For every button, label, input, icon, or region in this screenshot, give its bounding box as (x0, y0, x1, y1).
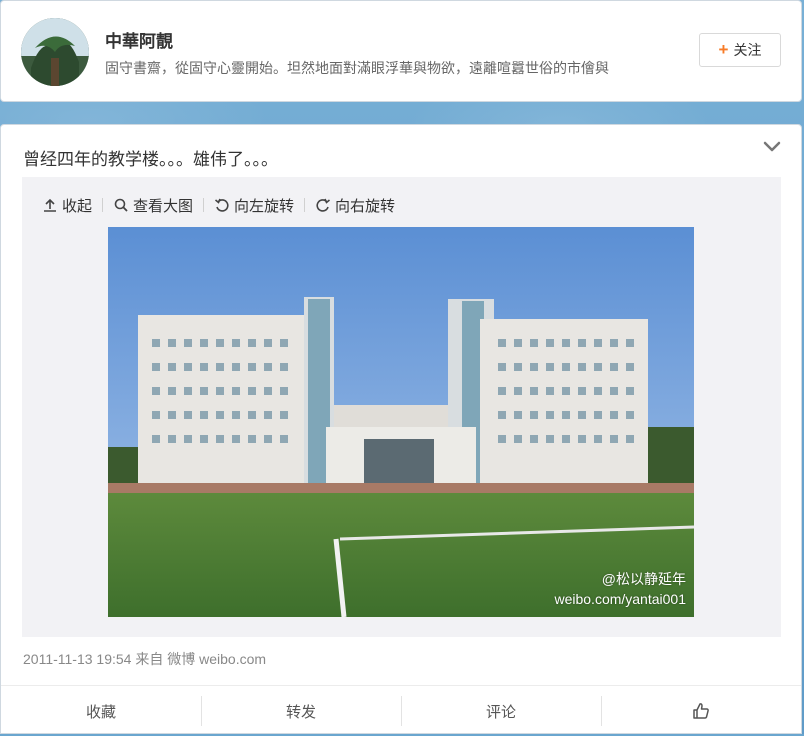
rotate-left-button[interactable]: 向左旋转 (204, 195, 304, 216)
favorite-label: 收藏 (85, 703, 116, 721)
thumbs-up-icon (693, 703, 709, 719)
view-large-label: 查看大图 (133, 197, 194, 215)
collapse-button[interactable]: 收起 (40, 195, 102, 216)
media-box: 收起 查看大图 向左旋转 向右旋转 @松以静延年 weibo.com/yanta… (22, 177, 781, 637)
post-image[interactable]: @松以静延年 weibo.com/yantai001 (108, 227, 694, 617)
search-icon (114, 198, 128, 212)
post-text: 曾经四年的教学楼。。。雄伟了。。。 (23, 150, 278, 169)
plus-icon: + (718, 40, 729, 59)
post-card: 曾经四年的教学楼。。。雄伟了。。。 收起 查看大图 向左旋转 向右旋转 @松以静… (0, 124, 802, 734)
collapse-label: 收起 (62, 197, 93, 215)
post-timestamp[interactable]: 2011-11-13 19:54 来自 微博 weibo.com (23, 649, 266, 669)
rotate-left-icon (215, 198, 229, 212)
watermark-url: weibo.com/yantai001 (554, 591, 686, 607)
upload-icon (44, 198, 56, 212)
user-bio: 固守書齋，從固守心靈開始。坦然地面對滿眼浮華與物欲，遠離喧囂世俗的市儈與 (105, 60, 609, 76)
rotate-right-icon (316, 198, 331, 212)
comment-label: 评论 (485, 703, 516, 721)
comment-button[interactable]: 评论 (401, 686, 601, 736)
avatar[interactable] (21, 18, 89, 86)
like-button[interactable] (601, 686, 801, 736)
repost-button[interactable]: 转发 (201, 686, 401, 736)
image-toolbar: 收起 查看大图 向左旋转 向右旋转 (40, 193, 405, 217)
follow-button[interactable]: + 关注 (699, 33, 781, 67)
profile-card: 中華阿靚 固守書齋，從固守心靈開始。坦然地面對滿眼浮華與物欲，遠離喧囂世俗的市儈… (0, 0, 802, 102)
favorite-button[interactable]: 收藏 (1, 686, 201, 736)
rotate-left-label: 向左旋转 (234, 197, 295, 215)
repost-label: 转发 (285, 703, 316, 721)
follow-label: 关注 (733, 42, 762, 58)
rotate-right-button[interactable]: 向右旋转 (305, 195, 405, 216)
chevron-down-icon[interactable] (759, 137, 785, 157)
image-watermark: @松以静延年 weibo.com/yantai001 (554, 569, 686, 609)
view-large-button[interactable]: 查看大图 (103, 195, 203, 216)
user-name[interactable]: 中華阿靚 (105, 27, 173, 52)
action-bar: 收藏 转发 评论 (1, 685, 801, 736)
rotate-right-label: 向右旋转 (335, 197, 396, 215)
watermark-user: @松以静延年 (601, 571, 686, 587)
